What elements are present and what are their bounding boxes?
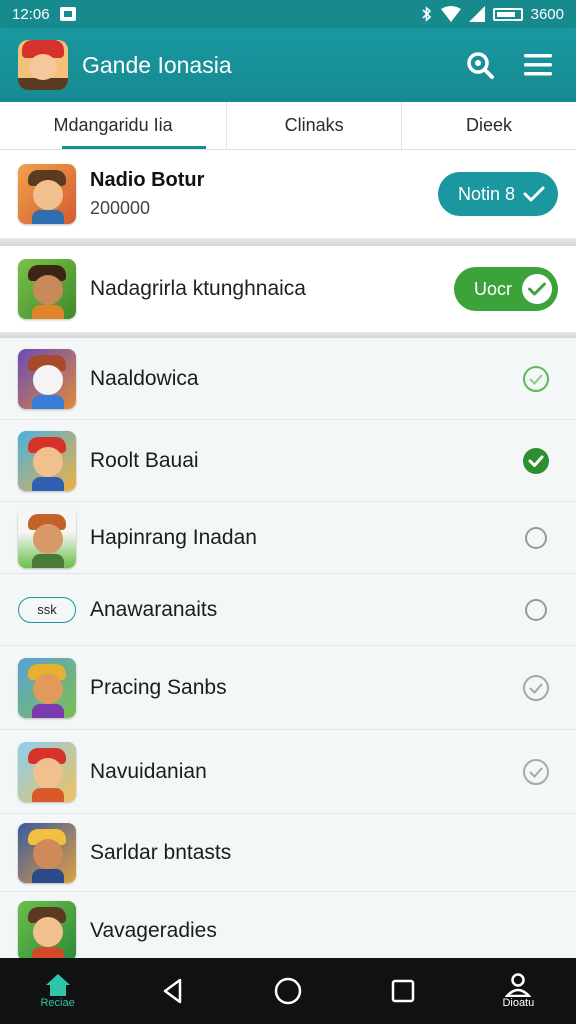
list-item-name: Anawaranaits <box>90 597 218 621</box>
battery-icon <box>492 7 523 21</box>
game-thumbnail <box>18 430 76 491</box>
status-bar: 12:06 3600 <box>0 0 576 28</box>
use-button[interactable]: Uocr <box>454 267 558 311</box>
nav-back[interactable] <box>133 961 213 1021</box>
list-item-name: Hapinrang Inadan <box>90 525 257 549</box>
tab-label: Dieek <box>466 115 513 135</box>
hamburger-icon <box>524 54 552 76</box>
check-icon <box>522 274 552 304</box>
circle-home-icon <box>274 977 302 1005</box>
search-button[interactable] <box>460 45 500 85</box>
featured-item[interactable]: Nadagrirla ktunghnaica Uocr <box>0 246 576 332</box>
featured-title: Nadio Botur <box>90 169 205 191</box>
check-circle-icon[interactable] <box>522 674 550 702</box>
game-thumbnail <box>18 901 76 961</box>
tab-bar: Mdangaridu Iia Clinaks Dieek <box>0 102 576 150</box>
nav-home-label: Reciae <box>40 997 75 1009</box>
menu-button[interactable] <box>518 45 558 85</box>
signal-icon <box>468 6 485 22</box>
list-item[interactable]: Sarldar bntasts <box>0 814 576 892</box>
search-icon <box>467 52 494 79</box>
game-thumbnail <box>18 164 76 224</box>
nav-recents[interactable] <box>363 961 443 1021</box>
navigation-bar: Reciae Dioatu <box>0 958 576 1024</box>
list-item[interactable]: Roolt Bauai <box>0 420 576 502</box>
list-item-name: Sarldar bntasts <box>90 840 232 864</box>
home-icon <box>45 974 70 996</box>
nav-home-circle[interactable] <box>248 961 328 1021</box>
list-item-tag: ssk <box>18 596 76 623</box>
bluetooth-icon <box>422 6 431 22</box>
game-thumbnail <box>18 507 76 568</box>
nav-home[interactable]: Reciae <box>18 961 98 1021</box>
square-recents-icon <box>391 979 415 1003</box>
battery-text: 3600 <box>530 5 564 23</box>
list-item-name: Naaldowica <box>90 366 199 390</box>
tab-mdangaridu[interactable]: Mdangaridu Iia <box>0 102 228 149</box>
game-list: Naaldowica Roolt Bauai Hapinrang Inadan <box>0 338 576 970</box>
list-item-name: Navuidanian <box>90 759 207 783</box>
nav-profile-label: Dioatu <box>502 997 535 1009</box>
list-item-name: Pracing Sanbs <box>90 675 227 699</box>
game-thumbnail <box>18 259 76 319</box>
featured-subtitle: 200000 <box>90 198 151 218</box>
wifi-icon <box>440 6 461 22</box>
notify-button[interactable]: Notin 8 <box>438 172 558 216</box>
empty-circle-icon[interactable] <box>522 596 550 624</box>
back-icon <box>163 978 182 1004</box>
list-item[interactable]: Pracing Sanbs <box>0 646 576 730</box>
divider <box>0 238 576 246</box>
check-circle-icon[interactable] <box>522 365 550 393</box>
list-item-name: Vavageradies <box>90 919 217 942</box>
status-time: 12:06 <box>12 5 50 23</box>
featured-item[interactable]: Nadio Botur 200000 Notin 8 <box>0 150 576 238</box>
list-item[interactable]: ssk Anawaranaits <box>0 574 576 646</box>
check-icon <box>523 186 545 202</box>
app-title: Gande Ionasia <box>82 51 232 78</box>
game-thumbnail <box>18 348 76 409</box>
list-item-name: Roolt Bauai <box>90 448 199 472</box>
button-label: Notin 8 <box>458 183 516 204</box>
game-thumbnail <box>18 822 76 883</box>
empty-circle-icon[interactable] <box>522 524 550 552</box>
list-item[interactable]: Naaldowica <box>0 338 576 420</box>
nav-profile[interactable]: Dioatu <box>478 961 558 1021</box>
tab-clinaks[interactable]: Clinaks <box>227 102 403 149</box>
profile-icon <box>505 973 532 997</box>
notification-icon <box>59 7 76 21</box>
game-thumbnail <box>18 741 76 802</box>
game-thumbnail <box>18 657 76 718</box>
app-bar: Gande Ionasia <box>0 28 576 102</box>
check-filled-icon[interactable] <box>522 447 550 475</box>
list-item[interactable]: Navuidanian <box>0 730 576 814</box>
check-circle-icon[interactable] <box>522 758 550 786</box>
tab-dieek[interactable]: Dieek <box>402 102 576 149</box>
tab-label: Clinaks <box>284 115 344 135</box>
list-item[interactable]: Hapinrang Inadan <box>0 502 576 574</box>
tab-label: Mdangaridu Iia <box>53 115 173 135</box>
button-label: Uocr <box>474 278 513 299</box>
featured-title: Nadagrirla ktunghnaica <box>90 277 306 300</box>
app-logo <box>18 40 68 90</box>
